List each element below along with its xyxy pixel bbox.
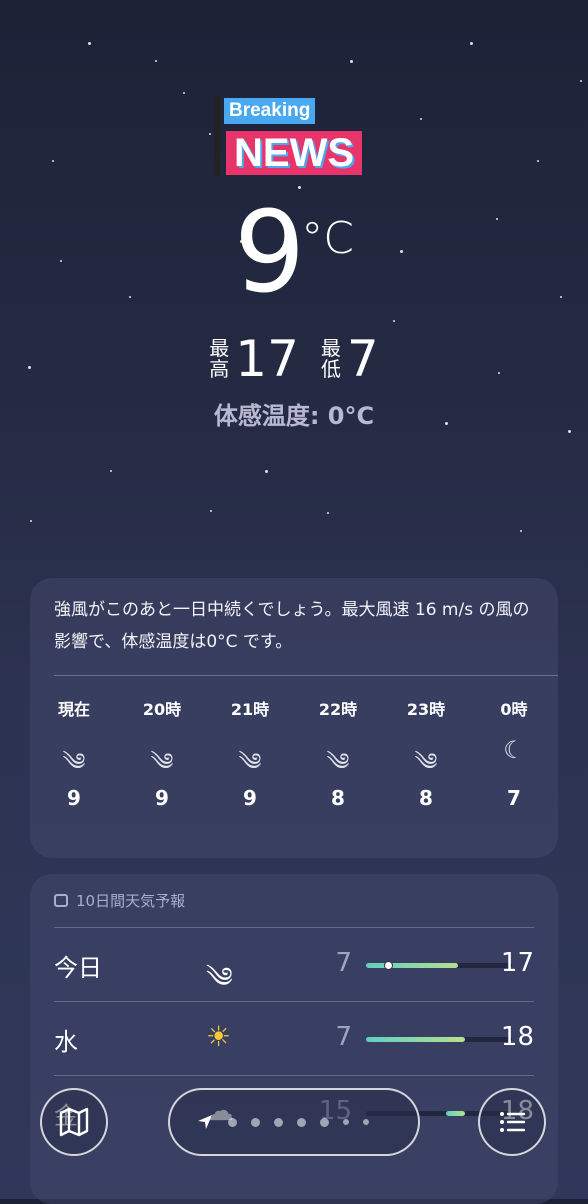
star [520,530,522,532]
hour-item: 22時 ༄ 8 [294,696,382,810]
hour-time: 23時 [406,700,446,719]
page-dots [228,1117,369,1127]
temp-range-bar [366,1037,512,1042]
forecast-header-label: 10日間天気予報 [76,892,186,910]
star [183,92,185,94]
hour-temp: 9 [155,786,169,810]
star [30,520,32,522]
star [393,320,395,322]
hour-time: 21時 [230,700,270,719]
low-value: 7 [346,330,379,388]
page-dot [363,1119,369,1125]
star [537,160,539,162]
day-low: 7 [335,1022,352,1052]
star [210,510,212,512]
star [350,60,353,63]
map-button[interactable] [40,1088,108,1156]
weather-summary: 強風がこのあと一日中続くでしょう。最大風速 16 m/s の風の影響で、体感温度… [54,600,530,652]
high-value: 17 [235,330,299,388]
star [209,133,211,135]
star [265,470,268,473]
star [88,42,91,45]
page-dot [320,1117,329,1127]
day-low: 7 [335,948,352,978]
location-list-button[interactable] [478,1088,546,1156]
temp-range-bar [366,961,512,970]
temp-range-fill [366,963,458,968]
current-temperature: 9°C [0,188,588,318]
hourly-forecast-card[interactable]: 強風がこのあと一日中続くでしょう。最大風速 16 m/s の風の影響で、体感温度… [30,578,558,858]
hour-time: 20時 [142,700,182,719]
temperature-unit: °C [301,213,354,264]
hour-temp: 8 [419,786,433,810]
page-dot [343,1119,349,1125]
star [327,512,329,514]
feels-like: 体感温度: 0°C [213,402,375,430]
list-icon [500,1112,526,1132]
star [420,118,422,120]
hour-item: 23時 ༄ 8 [382,696,470,810]
moon-stars-icon: ☾ [503,736,525,764]
calendar-icon [54,894,68,907]
map-icon [59,1107,89,1137]
star [110,470,112,472]
hourly-list: 現在 ༄ 9 20時 ༄ 9 21時 ༄ 9 22時 ༄ 8 23時 ༄ 8 0… [30,696,558,810]
hour-time: 22時 [318,700,358,719]
page-dot [251,1117,260,1127]
wind-icon: ༄ [326,748,350,776]
forecast-header: 10日間天気予報 [54,890,185,911]
current-temp-marker [383,961,393,970]
temp-range-fill [366,1037,466,1042]
star [155,60,157,62]
high-low: 最高 17 最低 7 [0,330,588,388]
wind-icon: ༄ [238,748,262,776]
divider [54,675,558,676]
forecast-row[interactable]: 水 ☀ 7 18 [54,1001,534,1076]
star [52,160,54,162]
page-dot [228,1117,237,1127]
low-label: 最低 [320,336,341,381]
page-dot [297,1117,306,1127]
forecast-row[interactable]: 今日 ༄ 7 17 [54,927,534,1002]
star [470,42,473,45]
logo-breaking-text: Breaking [224,98,316,124]
wind-icon: ༄ [150,748,174,776]
logo-news-text: NEWS [226,131,362,175]
hour-time: 現在 [57,700,90,719]
temp-range-fill [446,1111,466,1116]
day-high: 17 [500,948,534,978]
star [580,80,582,82]
location-arrow-icon [198,1115,212,1129]
hour-temp: 7 [507,786,521,810]
day-name: 水 [54,1028,78,1056]
hour-temp: 9 [243,786,257,810]
hour-temp: 8 [331,786,345,810]
wind-icon: ༄ [414,748,438,776]
hour-time: 0時 [500,700,528,719]
hour-temp: 9 [67,786,81,810]
hour-item: 21時 ༄ 9 [206,696,294,810]
breaking-news-logo: Breaking NEWS [214,96,379,182]
sun-icon: ☀ [206,1020,232,1053]
location-pager[interactable] [168,1088,420,1156]
day-high: 18 [500,1022,534,1052]
day-name: 今日 [54,954,102,982]
wind-icon: ༄ [62,748,86,776]
hour-item: 現在 ༄ 9 [30,696,118,810]
hour-item: 20時 ༄ 9 [118,696,206,810]
high-label: 最高 [209,336,230,381]
temperature-value: 9 [234,188,305,318]
page-dot [274,1117,283,1127]
hour-item: 0時 ☾ 7 [470,696,558,810]
